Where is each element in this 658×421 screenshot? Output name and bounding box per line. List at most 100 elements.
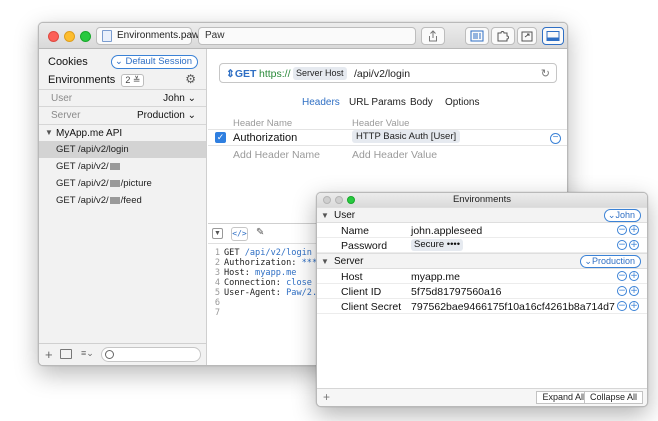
reload-icon[interactable]: ↻ xyxy=(541,67,550,80)
variable-value-token[interactable]: Secure •••• xyxy=(411,239,464,251)
add-environment-group-button[interactable]: + xyxy=(323,390,330,404)
env-group-name: User xyxy=(334,210,356,221)
environments-title: Environments xyxy=(48,74,116,86)
disclosure-triangle-icon[interactable]: ▼ xyxy=(45,128,53,137)
pencil-icon[interactable]: ✎ xyxy=(256,227,264,238)
share-button[interactable] xyxy=(421,27,445,45)
add-variable-button[interactable]: + xyxy=(629,240,639,250)
extensions-button[interactable] xyxy=(491,27,515,45)
chevron-down-icon: ⌄ xyxy=(187,110,196,121)
server-host-token[interactable]: Server Host xyxy=(293,67,347,80)
variable-value[interactable]: john.appleseed xyxy=(411,225,482,237)
add-variable-button[interactable]: + xyxy=(629,225,639,235)
request-group-name: MyApp.me API xyxy=(56,128,123,139)
variable-value[interactable]: myapp.me xyxy=(411,271,460,283)
close-window-button[interactable] xyxy=(323,196,331,204)
request-item[interactable]: GET /api/v2/ /feed xyxy=(39,192,206,209)
remove-variable-button[interactable]: − xyxy=(617,271,627,281)
variable-name[interactable]: Client ID xyxy=(341,286,381,298)
env-variable-row[interactable]: Client Secret 797562bae9466175f10a16cf42… xyxy=(317,299,647,314)
request-item-label: GET /api/v2/ xyxy=(56,161,121,172)
request-path-suffix: /picture xyxy=(120,178,152,189)
env-server-row[interactable]: Server Production ⌄ xyxy=(39,106,206,123)
env-selector[interactable]: ⌄Production xyxy=(580,255,641,268)
env-variable-row[interactable]: Password Secure •••• − + xyxy=(317,238,647,253)
env-selector[interactable]: ⌄John xyxy=(603,209,641,222)
add-request-button[interactable]: + xyxy=(45,347,53,362)
tab-options[interactable]: Options xyxy=(445,97,479,108)
tab-url-params[interactable]: URL Params xyxy=(349,97,406,108)
tab-body[interactable]: Body xyxy=(410,97,433,108)
session-selector[interactable]: ⌄ Default Session xyxy=(110,55,198,69)
new-group-icon[interactable] xyxy=(60,349,72,359)
layout-icon xyxy=(470,30,484,42)
header-enabled-checkbox[interactable]: ✓ xyxy=(215,132,226,143)
add-variable-button[interactable]: + xyxy=(629,301,639,311)
url-protocol: https:// xyxy=(259,68,291,80)
tab-headers[interactable]: Headers xyxy=(302,97,340,108)
code-line: 6 xyxy=(208,298,328,308)
remove-variable-button[interactable]: − xyxy=(617,225,627,235)
redacted-block xyxy=(109,163,120,170)
variable-name[interactable]: Client Secret xyxy=(341,301,401,313)
add-header-value-input[interactable]: Add Header Value xyxy=(352,149,437,161)
document-menu-button[interactable]: Environments.paw ⌵ xyxy=(96,27,199,45)
zoom-window-button[interactable] xyxy=(347,196,355,204)
request-item[interactable]: GET /api/v2/ /picture xyxy=(39,175,206,192)
env-server-key: Server xyxy=(51,110,81,121)
env-variable-row[interactable]: Host myapp.me − + xyxy=(317,269,647,284)
toggle-panel-button[interactable] xyxy=(542,27,564,45)
variable-value[interactable]: 5f75d81797560a16 xyxy=(411,286,502,298)
method-selector[interactable]: ⇕GET xyxy=(226,68,256,80)
env-group-user[interactable]: ▼ User ⌄John xyxy=(317,207,647,223)
remove-variable-button[interactable]: − xyxy=(617,240,627,250)
remove-variable-button[interactable]: − xyxy=(617,286,627,296)
header-name-column: Header Name xyxy=(233,118,293,129)
variable-name[interactable]: Name xyxy=(341,225,369,237)
header-name-cell[interactable]: Authorization xyxy=(233,132,297,144)
minimize-window-button[interactable] xyxy=(64,31,75,42)
sidebar: Cookies ⌄ Default Session Environments 2… xyxy=(39,49,207,365)
disclosure-triangle-icon[interactable]: ▼ xyxy=(321,257,329,266)
add-header-name-input[interactable]: Add Header Name xyxy=(233,149,320,161)
add-variable-button[interactable]: + xyxy=(629,286,639,296)
remove-variable-button[interactable]: − xyxy=(617,301,627,311)
chevron-down-icon[interactable]: ▼ xyxy=(212,228,223,239)
env-variable-row[interactable]: Name john.appleseed − + xyxy=(317,223,647,238)
gear-icon[interactable]: ⚙ xyxy=(185,72,196,86)
zoom-window-button[interactable] xyxy=(80,31,91,42)
request-item[interactable]: GET /api/v2/ xyxy=(39,158,206,175)
request-item[interactable]: GET /api/v2/login xyxy=(39,141,206,158)
remove-header-button[interactable]: − xyxy=(550,133,561,144)
code-text: Connection: xyxy=(224,278,287,288)
variable-value[interactable]: 797562bae9466175f10a16cf4261b8a714d7 xyxy=(411,301,615,313)
minimize-window-button[interactable] xyxy=(335,196,343,204)
env-group-server[interactable]: ▼ Server ⌄Production xyxy=(317,253,647,269)
header-value-token[interactable]: HTTP Basic Auth [User] xyxy=(352,130,461,143)
title-bar: Environments.paw ⌵ Paw xyxy=(39,23,567,49)
line-number: 5 xyxy=(214,288,220,298)
variable-name[interactable]: Password xyxy=(341,240,387,252)
variable-name[interactable]: Host xyxy=(341,271,363,283)
disclosure-triangle-icon[interactable]: ▼ xyxy=(321,211,329,220)
url-bar[interactable]: ⇕GET https:// Server Host /api/v2/login … xyxy=(219,63,557,83)
line-number: 7 xyxy=(214,308,220,318)
environments-label[interactable]: Environments 2 ≚ xyxy=(48,74,206,87)
env-user-value: John ⌄ xyxy=(163,93,196,104)
layout-request-button[interactable] xyxy=(465,27,489,45)
collapse-all-button[interactable]: Collapse All xyxy=(583,391,643,404)
sort-menu-icon[interactable]: ≡⌄ xyxy=(81,348,94,359)
request-group-header[interactable]: ▼ MyApp.me API xyxy=(39,124,206,141)
close-window-button[interactable] xyxy=(48,31,59,42)
env-variable-row[interactable]: Client ID 5f75d81797560a16 − + xyxy=(317,284,647,299)
env-user-row[interactable]: User John ⌄ xyxy=(39,89,206,106)
export-button[interactable] xyxy=(517,27,537,45)
code-text: Host: xyxy=(224,268,256,278)
line-number: 2 xyxy=(214,258,220,268)
code-view-icon[interactable]: </> xyxy=(231,227,248,241)
filter-input[interactable] xyxy=(101,347,201,362)
chevron-down-icon: ⌄ xyxy=(187,93,196,104)
code-value: close xyxy=(286,278,312,288)
add-variable-button[interactable]: + xyxy=(629,271,639,281)
expand-all-button[interactable]: Expand All xyxy=(536,391,591,404)
